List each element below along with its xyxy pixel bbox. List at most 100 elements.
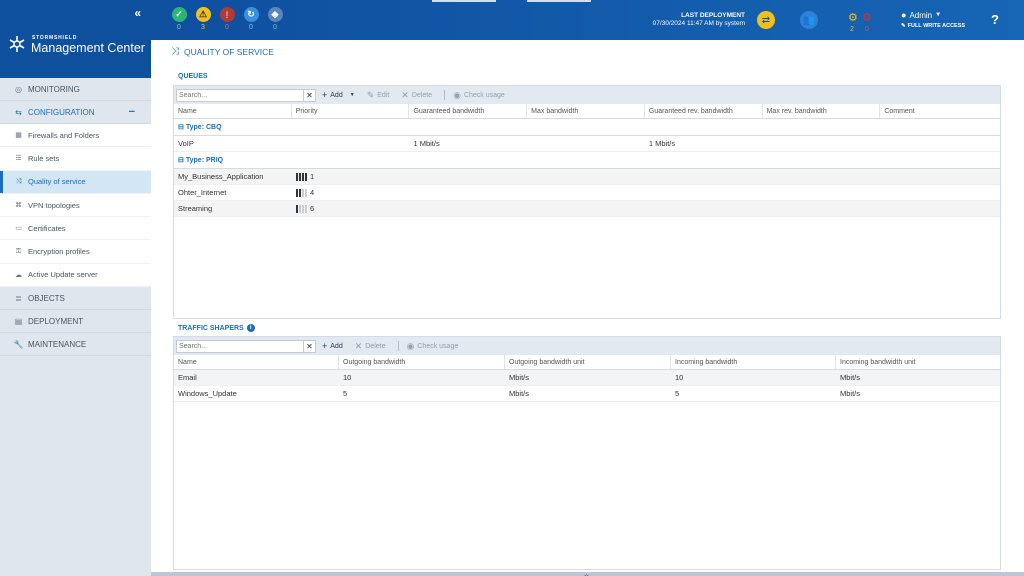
nav-item-encryption-profiles[interactable]: ⚿ Encryption profiles [0,240,151,264]
nav-maintenance-label: MAINTENANCE [28,339,87,349]
col-name[interactable]: Name [174,104,292,118]
user-icon: ● [901,10,907,20]
check-icon: ✓ [171,7,187,22]
firewall-icon: ▦ [15,132,22,140]
nav-item-label: Certificates [28,223,66,233]
nav-maintenance[interactable]: 🔧 MAINTENANCE [0,333,151,357]
configuration-icon: ⇆ [15,107,22,117]
cell-priority: 4 [292,185,410,200]
status-warning[interactable]: ⚠ 3 [195,7,211,31]
table-row[interactable]: Windows_Update 5 Mbit/s 5 Mbit/s [174,386,1000,402]
col-guaranteed[interactable]: Guaranteed bandwidth [409,104,528,118]
cell-outgoing: 10 [343,373,352,382]
cell-name: Windows_Update [178,389,237,398]
document-icon: ▤ [14,316,23,326]
status-ok[interactable]: ✓ 0 [171,7,187,31]
nav-item-rule-sets[interactable]: ☰ Rule sets [0,147,151,171]
delete-shaper-button[interactable]: ✕ Delete [355,341,386,352]
check-usage-label: Check usage [463,91,505,99]
chevron-up-icon[interactable]: ︿ [583,569,590,576]
queues-toolbar: ✕ + Add ▼ ✎ Edit ✕ Delete ◉ Check usage [174,86,1000,104]
edit-access-icon: ✎ [901,23,906,29]
add-shaper-button[interactable]: + Add [322,341,343,351]
collapse-sidebar-icon[interactable]: « [134,6,141,20]
clear-search-icon[interactable]: ✕ [304,88,316,102]
tab-indicator [432,0,496,2]
nav-item-certificates[interactable]: ▭ Certificates [0,217,151,241]
offline-icon: ◈ [267,7,283,22]
status-warning-count: 3 [201,24,205,31]
clear-search-icon[interactable]: ✕ [304,339,316,353]
col-name[interactable]: Name [174,355,339,369]
nav-configuration[interactable]: ⇆ CONFIGURATION − [0,101,151,124]
status-offline[interactable]: ◈ 0 [267,7,283,31]
delete-queue-button[interactable]: ✕ Delete [401,90,432,101]
col-outgoing-unit[interactable]: Outgoing bandwidth unit [505,355,671,369]
alerts-warning-count: 2 [850,26,854,33]
col-comment[interactable]: Comment [880,104,1000,118]
cell-priority: 6 [292,201,410,216]
queues-header: Name Priority Guaranteed bandwidth Max b… [174,104,1000,119]
col-max-rev[interactable]: Max rev. bandwidth [763,104,881,118]
table-row[interactable]: My_Business_Application 1 [174,169,1000,185]
close-icon: ✕ [354,340,363,351]
alerts-error-count: 0 [865,26,869,33]
nav-item-firewalls[interactable]: ▦ Firewalls and Folders [0,124,151,148]
help-button[interactable]: ? [991,12,999,27]
gear-error-icon: ⚙ [862,12,872,24]
delete-label: Delete [365,342,386,350]
nav-objects[interactable]: ≣ OBJECTS [0,287,151,311]
tab-indicator [527,0,591,2]
status-critical[interactable]: ! 0 [219,7,235,31]
collapse-section-icon[interactable]: − [129,106,135,118]
table-row[interactable]: Streaming 6 [174,201,1000,217]
shapers-header: Name Outgoing bandwidth Outgoing bandwid… [174,355,1000,370]
check-usage-button[interactable]: ◉ Check usage [407,341,459,352]
col-max[interactable]: Max bandwidth [527,104,645,118]
user-menu[interactable]: ● Admin ▼ ✎ FULL WRITE ACCESS [901,10,965,29]
table-row[interactable]: Ohter_Internet 4 [174,185,1000,201]
users-icon[interactable]: 👥 [800,11,818,29]
col-guaranteed-rev[interactable]: Guaranteed rev. bandwidth [645,104,763,118]
nav-monitoring-label: MONITORING [28,84,80,94]
info-icon[interactable]: i [246,324,255,332]
table-row[interactable]: Email 10 Mbit/s 10 Mbit/s [174,370,1000,386]
cell-incoming-unit: Mbit/s [840,389,861,398]
warning-icon: ⚠ [195,7,211,22]
group-cbq[interactable]: ⊟ Type: CBQ [174,119,1000,136]
queues-search-input[interactable] [176,88,304,102]
nav-objects-label: OBJECTS [28,293,65,303]
shuffle-icon: ⤨ [15,177,22,185]
nav-deployment[interactable]: ▤ DEPLOYMENT [0,310,151,334]
add-label: Add [330,91,343,99]
cell-outgoing-unit: Mbit/s [509,373,530,382]
nav-item-label: Quality of service [28,177,86,187]
group-cbq-label: Type: CBQ [185,123,222,131]
group-priq[interactable]: ⊟ Type: PRIQ [174,152,1000,169]
traffic-shapers-label: TRAFFIC SHAPERS [178,324,244,332]
cloud-icon: ☁ [15,271,22,279]
shapers-toolbar: ✕ + Add ✕ Delete ◉ Check usage [174,337,1000,355]
last-deployment: LAST DEPLOYMENT 07/30/2024 11:47 AM by s… [635,12,745,28]
plus-icon: + [322,90,328,100]
nav-monitoring[interactable]: ◎ MONITORING [0,78,151,101]
col-priority[interactable]: Priority [292,104,410,118]
col-incoming[interactable]: Incoming bandwidth [671,355,836,369]
status-sync[interactable]: ↻ 0 [243,7,259,31]
add-queue-button[interactable]: + Add ▼ [322,90,355,100]
table-row[interactable]: VoIP 1 Mbit/s 1 Mbit/s [174,136,1000,152]
cell-max-rev [763,136,881,151]
col-outgoing[interactable]: Outgoing bandwidth [339,355,505,369]
shapers-search-input[interactable] [176,339,304,353]
edit-queue-button[interactable]: ✎ Edit [367,90,390,101]
nav-item-vpn-topologies[interactable]: ⌘ VPN topologies [0,194,151,218]
deploy-icon[interactable]: ⇄ [757,11,775,29]
nav-item-quality-of-service[interactable]: ⤨ Quality of service [0,170,151,194]
check-usage-button[interactable]: ◉ Check usage [453,90,505,101]
cell-guaranteed-rev: 1 Mbit/s [648,139,676,148]
priority-value: 4 [310,188,315,197]
status-critical-count: 0 [225,24,229,31]
col-incoming-unit[interactable]: Incoming bandwidth unit [836,355,1000,369]
nav-item-active-update[interactable]: ☁ Active Update server [0,264,151,288]
nav-item-label: VPN topologies [28,200,80,210]
